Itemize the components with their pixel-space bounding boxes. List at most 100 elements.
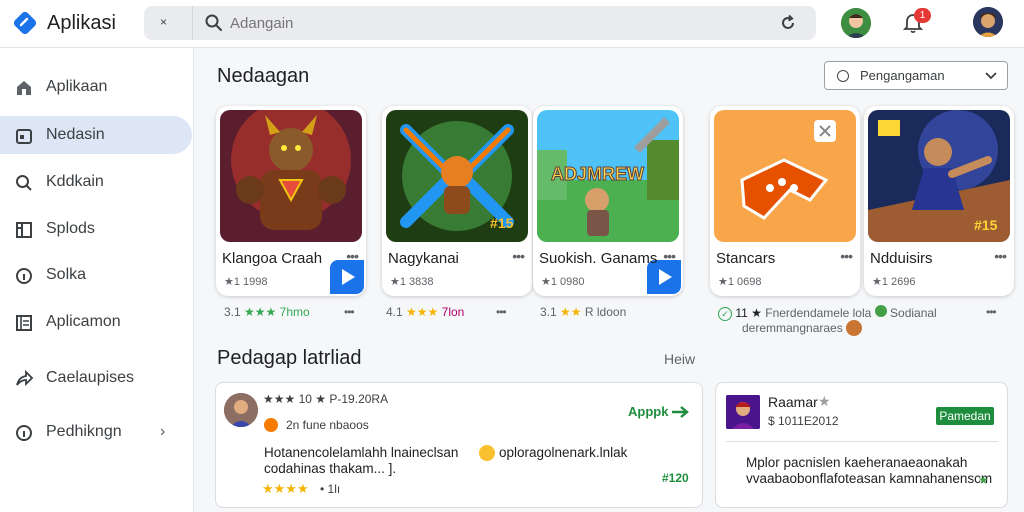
review-rating: ★★★ 10 ★ P-19.20RA	[263, 392, 389, 406]
card-rating: ★1 2696	[872, 276, 916, 288]
sidebar-item-caelaupises[interactable]: Caelaupises	[0, 359, 192, 397]
view-all-link[interactable]: Heiw	[664, 351, 695, 367]
review-text: codahinas thakam... ].	[264, 461, 397, 476]
avatar[interactable]	[841, 8, 871, 38]
sidebar-item-aplicamon[interactable]: Aplicamon	[0, 303, 192, 341]
rating-value: 3.1	[540, 305, 557, 319]
rating-text: 7lon	[441, 305, 465, 319]
card-title: Klangoa Craah	[222, 250, 323, 267]
check-icon: ✓	[718, 307, 732, 321]
sidebar-item-label: Splods	[46, 220, 95, 237]
card-title: Suokish. Ganams	[539, 250, 658, 267]
avatar	[224, 393, 258, 427]
sidebar-item-aplikaan[interactable]: Aplikaan	[0, 68, 192, 106]
more-icon[interactable]: •••	[512, 248, 525, 264]
rating-row: 4.1 ★★★ 7lon	[386, 305, 464, 319]
search-icon	[205, 14, 222, 31]
rating-row: 3.1 ★★ R ldoon	[540, 305, 626, 319]
review-card[interactable]: Raamar ★ $ 1011E2012 Pamedan Mplor pacni…	[715, 382, 1008, 508]
app-card[interactable]: Klangoa Craah ••• ★1 1998	[216, 106, 366, 296]
chevron-down-icon	[985, 72, 997, 80]
review-text: Mplor pacnislen kaeheranaeaonakah	[746, 455, 968, 470]
svg-text:#15: #15	[490, 215, 514, 231]
search-bar[interactable]: ×	[144, 6, 816, 40]
notification-badge: 1	[914, 8, 931, 23]
play-button[interactable]	[330, 260, 364, 294]
radio-icon	[837, 70, 849, 82]
avatar	[726, 395, 760, 429]
more-icon[interactable]: •••	[986, 305, 997, 319]
review-text: Hotanencolelamlahh lnaineclsan	[264, 445, 459, 460]
filter-dropdown[interactable]: Pengangaman	[824, 61, 1008, 90]
review-meta: 2n fune nbaoos	[286, 418, 369, 432]
more-icon[interactable]: •••	[994, 248, 1007, 264]
close-icon[interactable]: ×	[160, 15, 167, 29]
folder-icon	[16, 129, 32, 144]
sidebar-item-label: Pedhikngn	[46, 423, 122, 440]
search-input[interactable]	[230, 13, 730, 33]
sidebar-item-pedhikngn[interactable]: Pedhikngn ›	[0, 413, 192, 451]
info-icon	[16, 268, 32, 284]
star-icon: ★★★	[244, 305, 277, 319]
sidebar: Aplikaan Nedasin Kddkain Splods Solka Ap…	[0, 48, 194, 512]
svg-text:ADJMREW: ADJMREW	[551, 164, 644, 184]
top-bar: Aplikasi × 1	[0, 0, 1024, 48]
monster-game-art	[220, 110, 362, 242]
arrow-right-icon[interactable]	[671, 405, 691, 419]
app-card[interactable]: Stancars ••• ★1 0698	[710, 106, 860, 296]
star-rating: ★★★★	[262, 481, 309, 496]
emoji-icon	[479, 445, 495, 461]
reviewer-meta: $ 1011E2012	[768, 414, 839, 428]
svg-text:#15: #15	[974, 217, 998, 233]
promo-badge[interactable]: Pamedan	[936, 407, 994, 425]
card-title: Ndduisirs	[870, 250, 933, 267]
more-icon[interactable]: •••	[346, 248, 359, 264]
more-icon[interactable]: •••	[840, 248, 853, 264]
review-card[interactable]: ★★★ 10 ★ P-19.20RA 2n fune nbaoos Apppk …	[215, 382, 703, 508]
info-row: ✓ 11 ★ Fnerdendamele lola Sodianal	[718, 305, 937, 321]
star-icon: ★★	[560, 305, 582, 319]
more-icon[interactable]: •••	[344, 305, 355, 319]
rating-text: R ldoon	[584, 305, 627, 319]
more-icon[interactable]: •••	[663, 248, 676, 264]
sidebar-item-label: Solka	[46, 266, 87, 283]
divider	[726, 441, 998, 442]
list-icon	[16, 315, 32, 331]
rating-row: 3.1 ★★★ 7hmo	[224, 305, 310, 319]
share-icon	[16, 369, 34, 387]
sidebar-item-label: Kddkain	[46, 173, 104, 190]
info-text-line2: deremmangnaraes	[742, 321, 843, 335]
fighter-game-art: #15	[386, 110, 528, 242]
star-icon: ★★★	[406, 305, 439, 319]
section-title-2: Pedagap latrliad	[217, 347, 362, 369]
rating-text: 7hmo	[279, 305, 310, 319]
card-rating: ★1 0980	[541, 276, 585, 288]
refresh-icon[interactable]	[778, 13, 798, 33]
app-card[interactable]: #15 Nagykanai ••• ★1 3838	[382, 106, 532, 296]
card-title: Nagykanai	[388, 250, 459, 267]
sidebar-item-label: Aplicamon	[46, 313, 121, 330]
star-icon: ★	[818, 393, 831, 409]
sidebar-item-kddkain[interactable]: Kddkain	[0, 163, 192, 201]
sidebar-item-splods[interactable]: Splods	[0, 210, 192, 248]
badge-icon	[874, 305, 887, 317]
app-card[interactable]: #15 Ndduisirs ••• ★1 2696	[864, 106, 1014, 296]
info-icon	[16, 425, 32, 441]
review-text: oploragolnenark.lnlak	[499, 445, 628, 460]
chevron-right-icon[interactable]: ›	[160, 423, 165, 441]
more-icon[interactable]: •••	[496, 305, 507, 319]
adventure-game-art: ADJMREW	[537, 110, 679, 242]
app-card[interactable]: ADJMREW Suokish. Ganams ••• ★1 0980	[533, 106, 683, 296]
review-footer: • 1lı	[320, 482, 341, 496]
profile-avatar[interactable]	[973, 7, 1003, 37]
card-rating: ★1 0698	[718, 276, 762, 288]
search-divider	[192, 6, 193, 40]
app-logo-icon[interactable]	[12, 10, 38, 36]
apply-link[interactable]: Apppk	[628, 404, 668, 419]
card-rating: ★1 1998	[224, 276, 268, 288]
sidebar-item-nedasin[interactable]: Nedasin	[0, 116, 192, 154]
sidebar-item-solka[interactable]: Solka	[0, 256, 192, 294]
tag-icon	[264, 418, 278, 432]
info-badge-text: Sodianal	[890, 306, 937, 320]
card-rating: ★1 3838	[390, 276, 434, 288]
